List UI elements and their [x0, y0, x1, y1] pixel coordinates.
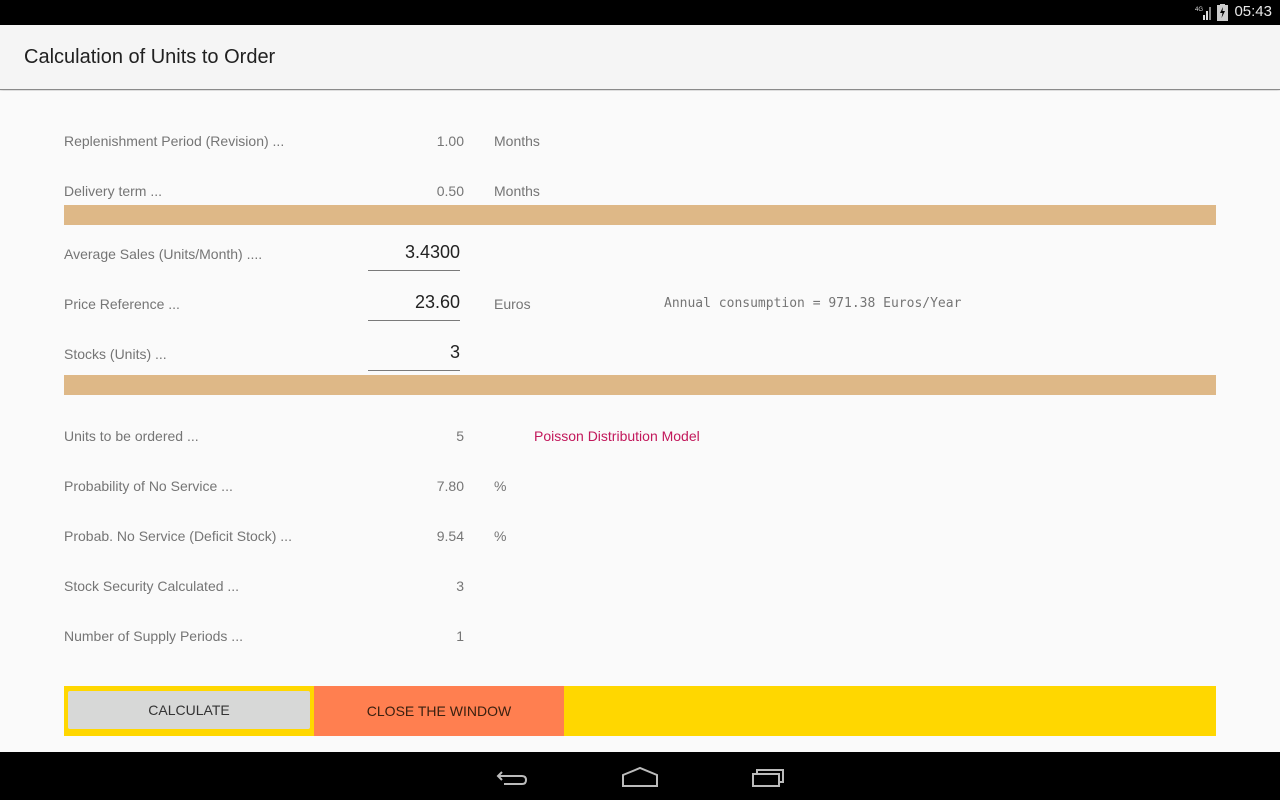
navigation-bar — [0, 752, 1280, 800]
recents-button[interactable] — [745, 762, 793, 790]
parameter-value: 1.00 — [436, 133, 464, 149]
result-row-probab-deficit-stock: Probab. No Service (Deficit Stock) ... 9… — [64, 528, 1216, 548]
result-label: Probab. No Service (Deficit Stock) ... — [64, 528, 292, 544]
result-value: 3 — [456, 578, 464, 594]
page-title: Calculation of Units to Order — [24, 46, 276, 68]
model-label: Poisson Distribution Model — [534, 428, 700, 444]
parameter-label: Delivery term ... — [64, 183, 163, 199]
cellular-signal-icon: 4G — [1195, 7, 1211, 20]
input-row-average-sales: Average Sales (Units/Month) .... — [64, 235, 1216, 271]
stocks-label: Stocks (Units) ... — [64, 346, 167, 362]
result-value: 9.54 — [436, 528, 464, 544]
price-reference-input[interactable] — [368, 285, 460, 321]
home-icon — [622, 766, 658, 787]
input-row-price-reference: Price Reference ... Euros — [64, 285, 1216, 321]
input-row-stocks: Stocks (Units) ... — [64, 335, 1216, 371]
parameter-row-replenishment-period: Replenishment Period (Revision) ... 1.00… — [64, 133, 1216, 153]
parameter-row-delivery-term: Delivery term ... 0.50 Months — [64, 183, 1216, 203]
status-bar: 4G 05:43 — [0, 0, 1280, 25]
result-label: Number of Supply Periods ... — [64, 628, 243, 644]
result-label: Stock Security Calculated ... — [64, 578, 240, 594]
result-row-supply-periods: Number of Supply Periods ... 1 — [64, 628, 1216, 648]
result-value: 7.80 — [436, 478, 464, 494]
back-icon — [496, 771, 528, 785]
parameter-unit: Months — [494, 133, 540, 149]
recents-icon — [752, 769, 784, 787]
clock: 05:43 — [1234, 3, 1272, 20]
button-bar: CALCULATE CLOSE THE WINDOW — [64, 686, 1216, 736]
parameter-label: Replenishment Period (Revision) ... — [64, 133, 285, 149]
stocks-input[interactable] — [368, 335, 460, 371]
result-row-stock-security: Stock Security Calculated ... 3 — [64, 578, 1216, 598]
battery-charging-icon — [1217, 4, 1228, 21]
action-bar: Calculation of Units to Order — [0, 25, 1280, 90]
network-type: 4G — [1195, 7, 1203, 13]
price-reference-unit: Euros — [494, 296, 531, 312]
annual-consumption-text: Annual consumption = 971.38 Euros/Year — [664, 296, 962, 311]
close-window-button[interactable]: CLOSE THE WINDOW — [314, 686, 564, 736]
parameter-value: 0.50 — [436, 183, 464, 199]
calculate-button[interactable]: CALCULATE — [68, 691, 310, 729]
section-divider — [64, 205, 1216, 225]
parameter-unit: Months — [494, 183, 540, 199]
result-label: Units to be ordered ... — [64, 428, 199, 444]
average-sales-label: Average Sales (Units/Month) .... — [64, 246, 263, 262]
price-reference-label: Price Reference ... — [64, 296, 180, 312]
section-divider — [64, 375, 1216, 395]
home-button[interactable] — [616, 762, 664, 790]
result-label: Probability of No Service ... — [64, 478, 233, 494]
average-sales-input[interactable] — [368, 235, 460, 271]
result-value: 5 — [456, 428, 464, 444]
back-button[interactable] — [488, 762, 536, 790]
main-content: Replenishment Period (Revision) ... 1.00… — [0, 91, 1280, 752]
result-row-probability-no-service: Probability of No Service ... 7.80 % — [64, 478, 1216, 498]
result-unit: % — [494, 528, 507, 544]
result-unit: % — [494, 478, 507, 494]
result-value: 1 — [456, 628, 464, 644]
